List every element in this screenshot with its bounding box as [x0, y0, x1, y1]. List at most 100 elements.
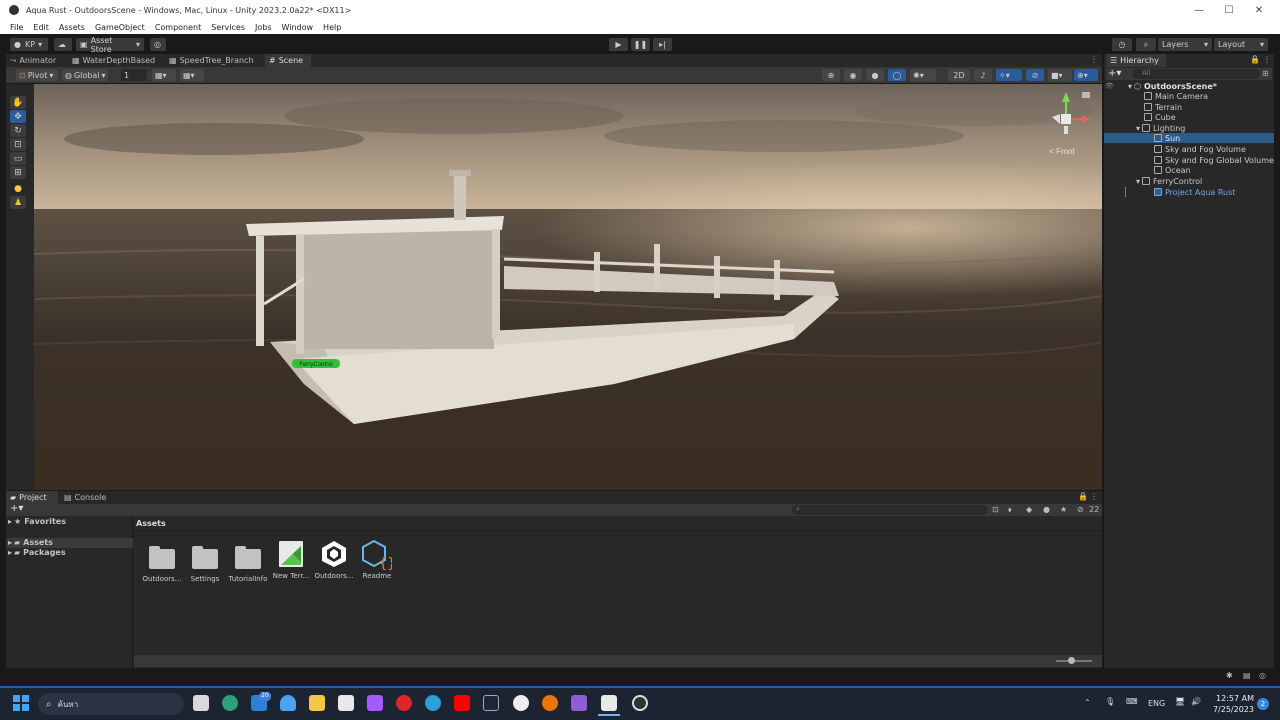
hierarchy-item-lighting[interactable]: ▾ Lighting	[1136, 123, 1185, 133]
hierarchy-item-sun[interactable]: Sun	[1154, 133, 1180, 143]
hidden-packages-icon[interactable]: ⊘	[1077, 505, 1084, 514]
audio-toggle[interactable]: ♪	[974, 69, 992, 81]
keyboard-icon[interactable]: ⌨	[1126, 697, 1138, 706]
move-tool-button[interactable]: ✥	[10, 110, 26, 123]
step-button[interactable]: ▸|	[653, 38, 672, 51]
favorite-star-icon[interactable]: ★	[1060, 505, 1067, 514]
rect-tool-button[interactable]: ▭	[10, 152, 26, 165]
grid-snap-field[interactable]: 1	[121, 69, 147, 81]
menu-gameobject[interactable]: GameObject	[95, 23, 145, 32]
rotate-tool-button[interactable]: ↻	[10, 124, 26, 137]
gizmo-view-label[interactable]: < Front	[1049, 147, 1075, 156]
hand-tool-button[interactable]: ✋	[10, 96, 26, 109]
asset-item[interactable]: Settings	[183, 544, 227, 583]
hierarchy-item-cube[interactable]: Cube	[1144, 112, 1176, 122]
layers-dropdown[interactable]: Layers ▾	[1158, 38, 1212, 51]
hierarchy-item-main-camera[interactable]: Main Camera	[1144, 91, 1208, 101]
gizmos-dropdown[interactable]: ⊕▾	[1074, 69, 1098, 81]
onedrive-icon[interactable]	[280, 695, 296, 711]
edge-icon[interactable]	[425, 695, 441, 711]
menu-help[interactable]: Help	[323, 23, 341, 32]
maximize-button[interactable]: ☐	[1214, 0, 1244, 20]
tab-console[interactable]: ▤ Console	[64, 491, 116, 504]
unity-editor-icon[interactable]	[601, 695, 617, 711]
draw-mode-shaded-button[interactable]: ●	[866, 69, 884, 81]
grid-visibility-dropdown[interactable]: ▦▾	[152, 69, 176, 81]
progress-icon[interactable]: ▤	[1243, 671, 1251, 680]
lock-icon[interactable]: 🔒	[1250, 55, 1260, 64]
youtube-music-icon[interactable]	[396, 695, 412, 711]
transform-tool-button[interactable]: ⊞	[10, 166, 26, 179]
hierarchy-item-ferrycontrol[interactable]: ▾ FerryControl	[1136, 176, 1202, 186]
snap-settings-dropdown[interactable]: ▦▾	[180, 69, 204, 81]
play-button[interactable]: ▶	[609, 38, 628, 51]
steam-icon[interactable]	[483, 695, 499, 711]
light-tool-button[interactable]: ●	[10, 182, 26, 195]
more-options-icon[interactable]: ⋮	[1090, 492, 1098, 501]
unity-hub-icon[interactable]	[513, 695, 529, 711]
global-dropdown[interactable]: ◍ Global ▾	[62, 69, 108, 81]
lock-icon[interactable]: 🔒	[1078, 492, 1088, 501]
tab-speedtree-branch[interactable]: ▦ SpeedTree_Branch	[169, 54, 259, 67]
collab-button[interactable]: ◎	[150, 38, 166, 51]
camera-dropdown[interactable]: ■▾	[1048, 69, 1072, 81]
tag-icon[interactable]: ◆	[1026, 505, 1032, 514]
pivot-dropdown[interactable]: ⊡ Pivot ▾	[16, 69, 58, 81]
menu-window[interactable]: Window	[282, 23, 314, 32]
tree-item-favorites[interactable]: ▸ ★ Favorites	[8, 517, 66, 526]
file-explorer-icon[interactable]	[309, 695, 325, 711]
asset-item[interactable]: Outdoors...	[140, 544, 184, 583]
obs-icon[interactable]	[632, 695, 648, 711]
hierarchy-item-sky-fog-volume[interactable]: Sky and Fog Volume	[1154, 144, 1246, 154]
menu-file[interactable]: File	[10, 23, 23, 32]
tree-item-packages[interactable]: ▸ ▰ Packages	[8, 548, 66, 557]
figma-icon[interactable]	[367, 695, 383, 711]
minimize-button[interactable]: —	[1184, 0, 1214, 20]
bug-icon[interactable]: ✱	[1226, 671, 1233, 680]
search-by-type-icon[interactable]: ⊡	[992, 505, 999, 514]
menu-jobs[interactable]: Jobs	[255, 23, 272, 32]
pause-button[interactable]: ❚❚	[631, 38, 650, 51]
menu-edit[interactable]: Edit	[33, 23, 49, 32]
check-icon[interactable]: ◎	[1259, 671, 1266, 680]
asset-item[interactable]: {} Readme	[355, 540, 399, 580]
hidden-objects-toggle[interactable]: ⊘	[1026, 69, 1044, 81]
volume-icon[interactable]: 🔊	[1191, 697, 1201, 706]
hierarchy-item-terrain[interactable]: Terrain	[1144, 102, 1182, 112]
tab-animator[interactable]: ⤳ Animator	[10, 54, 64, 67]
search-button[interactable]: ⌕	[1136, 38, 1156, 51]
visibility-eye-icon[interactable]: 👁	[1105, 82, 1127, 90]
layout-dropdown[interactable]: Layout ▾	[1214, 38, 1268, 51]
language-indicator[interactable]: ENG	[1148, 699, 1165, 708]
search-by-label-icon[interactable]: ⬧	[1008, 505, 1012, 515]
gizmo-lock-icon[interactable]	[1082, 92, 1090, 98]
hierarchy-search-input[interactable]: All	[1132, 69, 1260, 79]
draw-mode-wire-button[interactable]: ⊕	[822, 69, 840, 81]
windows-start-icon[interactable]	[13, 695, 29, 711]
clock[interactable]: 12:57 AM 7/25/2023	[1206, 693, 1254, 715]
custom-tool-button[interactable]: ♟	[10, 196, 26, 209]
menu-assets[interactable]: Assets	[59, 23, 85, 32]
search-menu-icon[interactable]: ⊞	[1262, 69, 1269, 78]
project-search-input[interactable]: ⌕	[792, 505, 988, 515]
asset-item[interactable]: New Terr...	[269, 540, 313, 580]
close-button[interactable]: ✕	[1244, 0, 1274, 20]
asset-item[interactable]: TutorialInfo	[226, 544, 270, 583]
cloud-button[interactable]: ☁	[54, 38, 72, 51]
visual-studio-icon[interactable]	[571, 695, 587, 711]
scene-object-label[interactable]: FerryControl	[299, 362, 332, 368]
draw-mode-shaded-wire-button[interactable]: ◉	[844, 69, 862, 81]
scale-tool-button[interactable]: ⊡	[10, 138, 26, 151]
chevron-up-icon[interactable]: ⌃	[1084, 698, 1091, 707]
youtube-icon[interactable]	[454, 695, 470, 711]
breadcrumb[interactable]: Assets	[136, 519, 166, 528]
tab-scene[interactable]: # Scene	[265, 54, 311, 67]
add-object-button[interactable]: +▾	[1108, 68, 1121, 79]
account-dropdown[interactable]: ● KP ▾	[10, 38, 48, 51]
tab-waterdepthbased[interactable]: ▦ WaterDepthBased	[72, 54, 156, 67]
taskbar-search-input[interactable]: ⌕ ค้นหา	[38, 693, 184, 715]
menu-component[interactable]: Component	[155, 23, 201, 32]
asset-item[interactable]: Outdoors...	[312, 540, 356, 580]
tree-item-assets[interactable]: ▸ ▰ Assets	[8, 538, 53, 547]
notification-count[interactable]: 2	[1257, 698, 1269, 710]
